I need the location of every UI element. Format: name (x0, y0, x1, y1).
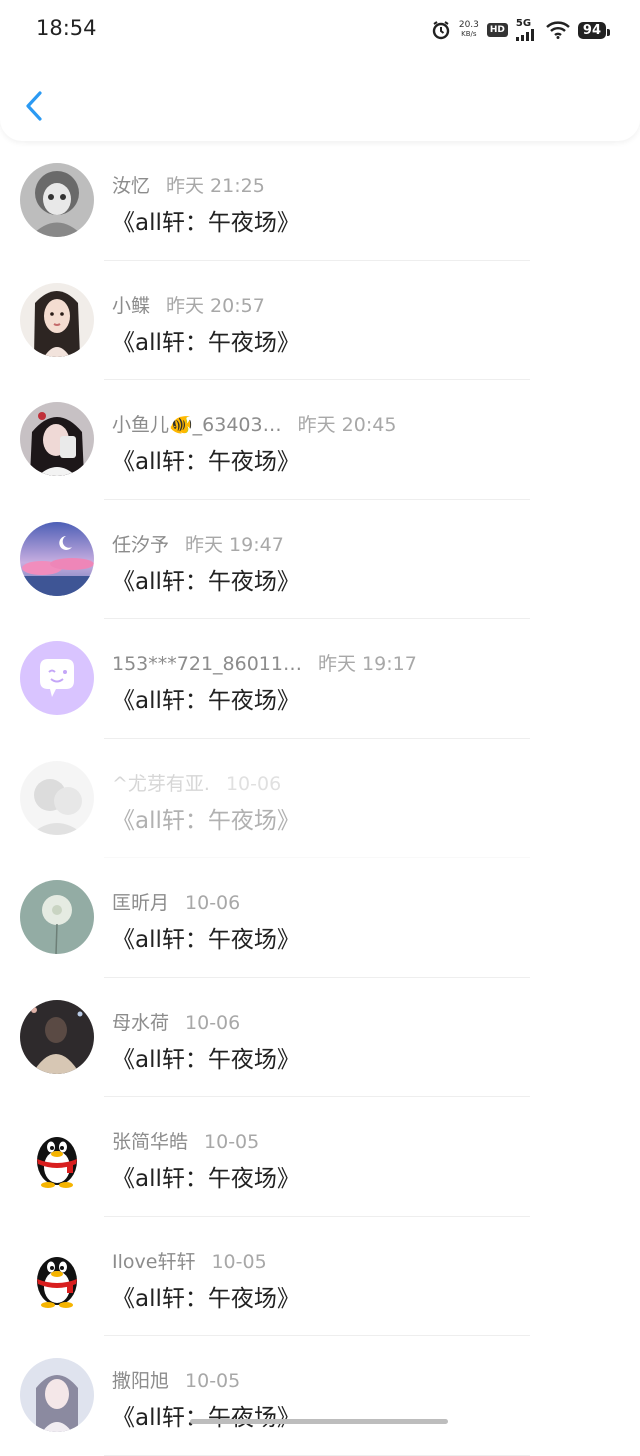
message-text: 《all轩：午夜场》 (112, 1166, 300, 1192)
net-speed: 20.3 KB/s (458, 20, 479, 39)
sender-name: 母水荷 (112, 1011, 170, 1034)
hd-icon: HD (486, 23, 508, 37)
message-time: 昨天 21:25 (166, 175, 265, 197)
avatar[interactable] (20, 1119, 94, 1193)
sender-name: ^尤芽有亚. (112, 772, 210, 795)
sender-name: 匡昕月 (112, 892, 170, 914)
message-text: 《all轩：午夜场》 (112, 688, 300, 714)
battery-icon: 94 (577, 21, 611, 39)
message-text: 《all轩：午夜场》 (112, 1046, 300, 1073)
divider (104, 1454, 530, 1456)
avatar[interactable] (20, 163, 94, 237)
message-time: 10-06 (185, 892, 241, 914)
sender-line: 张简华皓 10-05 (112, 1127, 259, 1154)
message-row[interactable]: 任汐予 昨天 19:47 《all轩：午夜场》 (0, 500, 640, 619)
sender-name: 张简华皓 (112, 1131, 189, 1153)
message-time: 昨天 19:47 (185, 533, 284, 556)
message-time: 昨天 20:57 (166, 294, 265, 317)
message-row[interactable]: 撒阳旭 10-05 《all轩：午夜场》 (0, 1336, 640, 1456)
sender-line: 任汐予 昨天 19:47 (112, 530, 284, 557)
avatar[interactable] (20, 1238, 94, 1313)
message-list: 汝忆 昨天 21:25 《all轩：午夜场》 小鲽 昨天 20:57 《all轩：午夜场》… (0, 141, 640, 1456)
message-row[interactable]: 小鱼儿🐠_63403… 昨天 20:45 《all轩：午夜场》 (0, 380, 640, 500)
message-row[interactable]: 153***721_86011… 昨天 19:17 《all轩：午夜场》 (0, 619, 640, 739)
sender-line: 汝忆 昨天 21:25 (112, 171, 265, 198)
message-row[interactable]: 母水荷 10-06 《all轩：午夜场》 (0, 978, 640, 1097)
back-arrow-icon[interactable] (22, 88, 48, 124)
sender-line: 撒阳旭 10-05 (112, 1366, 240, 1393)
top-header: 18:54 20.3 KB/s HD 5G 94 (0, 0, 640, 141)
avatar[interactable] (20, 999, 94, 1074)
sender-name: 撒阳旭 (112, 1370, 170, 1392)
message-row[interactable]: 匡昕月 10-06 《all轩：午夜场》 (0, 858, 640, 978)
status-icons: 20.3 KB/s HD 5G 94 (431, 18, 611, 42)
avatar[interactable] (20, 1358, 94, 1432)
sender-line: 母水荷 10-06 (112, 1008, 240, 1035)
avatar[interactable] (20, 282, 94, 357)
message-row[interactable]: Ilove轩轩 10-05 《all轩：午夜场》 (0, 1217, 640, 1336)
sender-name: 任汐予 (112, 533, 170, 556)
message-time: 10-06 (225, 772, 282, 795)
message-row[interactable]: ^尤芽有亚. 10-06 《all轩：午夜场》 (0, 739, 640, 858)
home-indicator[interactable] (190, 1419, 448, 1424)
sender-line: 匡昕月 10-06 (112, 888, 240, 915)
message-text: 《all轩：午夜场》 (112, 329, 300, 356)
status-bar: 18:54 20.3 KB/s HD 5G 94 (0, 0, 640, 60)
avatar[interactable] (20, 880, 94, 954)
message-row[interactable]: 张简华皓 10-05 《all轩：午夜场》 (0, 1097, 640, 1217)
message-time: 10-05 (211, 1250, 267, 1273)
message-text: 《all轩：午夜场》 (112, 1285, 300, 1312)
message-time: 昨天 20:45 (297, 414, 397, 436)
message-text: 《all轩：午夜场》 (112, 568, 300, 595)
avatar[interactable] (20, 402, 94, 476)
sender-name: 汝忆 (112, 175, 151, 197)
alarm-icon (432, 21, 450, 40)
message-text: 《all轩：午夜场》 (112, 807, 300, 834)
message-text: 《all轩：午夜场》 (112, 210, 300, 236)
message-row[interactable]: 小鲽 昨天 20:57 《all轩：午夜场》 (0, 261, 640, 380)
sender-name: 小鲽 (112, 294, 151, 317)
sender-line: Ilove轩轩 10-05 (112, 1247, 267, 1274)
sender-line: ^尤芽有亚. 10-06 (112, 769, 281, 796)
avatar[interactable] (20, 760, 94, 835)
avatar[interactable] (20, 521, 94, 596)
signal-icon: 5G (515, 19, 538, 41)
sender-name: Ilove轩轩 (112, 1250, 196, 1273)
avatar[interactable] (20, 641, 94, 715)
sender-name: 153***721_86011… (112, 653, 302, 675)
message-text: 《all轩：午夜场》 (112, 449, 300, 475)
message-time: 昨天 19:17 (317, 653, 417, 675)
sender-line: 小鱼儿🐠_63403… 昨天 20:45 (112, 410, 396, 437)
message-time: 10-06 (185, 1011, 241, 1034)
status-time: 18:54 (36, 16, 97, 40)
message-time: 10-05 (185, 1370, 241, 1392)
sender-name: 小鱼儿🐠_63403… (112, 414, 282, 436)
message-time: 10-05 (204, 1131, 260, 1153)
wifi-icon (546, 21, 570, 39)
message-text: 《all轩：午夜场》 (112, 927, 300, 953)
message-row[interactable]: 汝忆 昨天 21:25 《all轩：午夜场》 (0, 141, 640, 261)
sender-line: 小鲽 昨天 20:57 (112, 291, 265, 318)
sender-line: 153***721_86011… 昨天 19:17 (112, 649, 417, 676)
